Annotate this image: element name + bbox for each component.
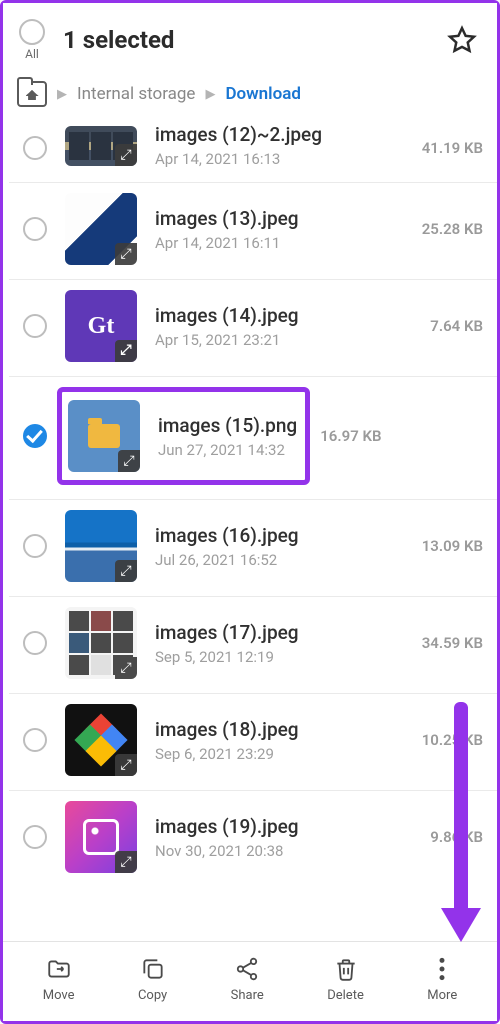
share-label: Share bbox=[231, 988, 264, 1003]
file-date: Nov 30, 2021 20:38 bbox=[155, 842, 420, 860]
file-date: Apr 14, 2021 16:11 bbox=[155, 234, 412, 252]
file-size: 10.25 KB bbox=[422, 731, 483, 749]
move-label: Move bbox=[43, 988, 75, 1003]
file-info: images (17).jpeg Sep 5, 2021 12:19 bbox=[155, 621, 412, 666]
file-row[interactable]: Gt⤢ images (14).jpeg Apr 15, 2021 23:21 … bbox=[9, 280, 497, 377]
more-label: More bbox=[427, 988, 457, 1003]
file-size: 7.64 KB bbox=[430, 317, 483, 335]
star-icon[interactable] bbox=[447, 25, 477, 55]
move-button[interactable]: Move bbox=[43, 956, 75, 1003]
expand-icon: ⤢ bbox=[115, 243, 137, 265]
expand-icon: ⤢ bbox=[118, 450, 140, 472]
file-info: images (14).jpeg Apr 15, 2021 23:21 bbox=[155, 304, 420, 349]
file-size: 9.86 KB bbox=[430, 828, 483, 846]
file-name: images (18).jpeg bbox=[155, 718, 412, 741]
file-size: 16.97 KB bbox=[320, 427, 381, 445]
file-date: Jul 26, 2021 16:52 bbox=[155, 551, 412, 569]
expand-icon: ⤢ bbox=[115, 851, 137, 873]
delete-button[interactable]: Delete bbox=[327, 956, 364, 1003]
home-icon[interactable] bbox=[17, 81, 47, 107]
copy-button[interactable]: Copy bbox=[138, 956, 167, 1003]
breadcrumb: ▶ Internal storage ▶ Download bbox=[3, 73, 497, 123]
file-name: images (19).jpeg bbox=[155, 815, 420, 838]
file-row[interactable]: ⤢ images (19).jpeg Nov 30, 2021 20:38 9.… bbox=[9, 791, 497, 887]
file-thumbnail[interactable]: ⤢ bbox=[65, 704, 137, 776]
header: All 1 selected bbox=[3, 3, 497, 73]
file-info: images (15).png Jun 27, 2021 14:32 bbox=[158, 414, 297, 459]
file-info: images (12)~2.jpeg Apr 14, 2021 16:13 bbox=[155, 123, 412, 168]
file-date: Sep 5, 2021 12:19 bbox=[155, 648, 412, 666]
expand-icon: ⤢ bbox=[115, 560, 137, 582]
file-checkbox[interactable] bbox=[23, 314, 47, 338]
file-row[interactable]: ⤢ images (18).jpeg Sep 6, 2021 23:29 10.… bbox=[9, 694, 497, 791]
more-button[interactable]: More bbox=[427, 956, 457, 1003]
expand-icon: ⤢ bbox=[115, 144, 137, 166]
file-size: 34.59 KB bbox=[422, 634, 483, 652]
copy-label: Copy bbox=[138, 988, 167, 1003]
file-size: 25.28 KB bbox=[422, 220, 483, 238]
file-info: images (19).jpeg Nov 30, 2021 20:38 bbox=[155, 815, 420, 860]
chevron-right-icon: ▶ bbox=[57, 87, 67, 102]
file-name: images (13).jpeg bbox=[155, 207, 412, 230]
file-name: images (16).jpeg bbox=[155, 524, 412, 547]
file-checkbox[interactable] bbox=[23, 825, 47, 849]
file-date: Sep 6, 2021 23:29 bbox=[155, 745, 412, 763]
file-thumbnail[interactable]: Gt⤢ bbox=[65, 290, 137, 362]
file-name: images (17).jpeg bbox=[155, 621, 412, 644]
file-checkbox[interactable] bbox=[23, 534, 47, 558]
breadcrumb-download[interactable]: Download bbox=[225, 84, 300, 104]
page-title: 1 selected bbox=[63, 26, 447, 54]
select-all-label: All bbox=[25, 47, 39, 61]
file-row[interactable]: ⤢ images (12)~2.jpeg Apr 14, 2021 16:13 … bbox=[9, 125, 497, 183]
file-checkbox[interactable] bbox=[23, 631, 47, 655]
file-thumbnail[interactable]: ⤢ bbox=[65, 801, 137, 873]
chevron-right-icon: ▶ bbox=[205, 87, 215, 102]
file-row[interactable]: ⤢ images (15).png Jun 27, 2021 14:32 16.… bbox=[9, 377, 497, 500]
expand-icon: ⤢ bbox=[115, 340, 137, 362]
file-info: images (13).jpeg Apr 14, 2021 16:11 bbox=[155, 207, 412, 252]
file-thumbnail[interactable]: ⤢ bbox=[68, 400, 140, 472]
file-row[interactable]: ⤢ images (13).jpeg Apr 14, 2021 16:11 25… bbox=[9, 183, 497, 280]
more-icon bbox=[429, 956, 455, 982]
file-date: Apr 15, 2021 23:21 bbox=[155, 331, 420, 349]
file-thumbnail[interactable]: ⤢ bbox=[65, 126, 137, 166]
file-thumbnail[interactable]: ⤢ bbox=[65, 193, 137, 265]
file-name: images (12)~2.jpeg bbox=[155, 123, 412, 146]
file-info: images (16).jpeg Jul 26, 2021 16:52 bbox=[155, 524, 412, 569]
file-thumbnail[interactable]: ⤢ bbox=[65, 607, 137, 679]
file-date: Apr 14, 2021 16:13 bbox=[155, 150, 412, 168]
file-checkbox[interactable] bbox=[23, 217, 47, 241]
breadcrumb-internal-storage[interactable]: Internal storage bbox=[77, 84, 195, 104]
expand-icon: ⤢ bbox=[115, 754, 137, 776]
share-button[interactable]: Share bbox=[231, 956, 264, 1003]
file-row[interactable]: ⤢ images (16).jpeg Jul 26, 2021 16:52 13… bbox=[9, 500, 497, 597]
file-checkbox[interactable] bbox=[23, 136, 47, 160]
file-name: images (15).png bbox=[158, 414, 297, 437]
file-row[interactable]: ⤢ images (17).jpeg Sep 5, 2021 12:19 34.… bbox=[9, 597, 497, 694]
select-all-button[interactable]: All bbox=[19, 19, 45, 61]
delete-label: Delete bbox=[327, 988, 364, 1003]
bottom-toolbar: Move Copy Share Delete More bbox=[3, 941, 497, 1021]
file-name: images (14).jpeg bbox=[155, 304, 420, 327]
file-size: 13.09 KB bbox=[422, 537, 483, 555]
select-all-radio[interactable] bbox=[19, 19, 45, 45]
file-list: ⤢ images (12)~2.jpeg Apr 14, 2021 16:13 … bbox=[3, 123, 497, 941]
file-thumbnail[interactable]: ⤢ bbox=[65, 510, 137, 582]
file-checkbox[interactable] bbox=[23, 424, 47, 448]
file-checkbox[interactable] bbox=[23, 728, 47, 752]
expand-icon: ⤢ bbox=[115, 657, 137, 679]
file-date: Jun 27, 2021 14:32 bbox=[158, 441, 297, 459]
file-size: 41.19 KB bbox=[422, 139, 483, 157]
file-info: images (18).jpeg Sep 6, 2021 23:29 bbox=[155, 718, 412, 763]
